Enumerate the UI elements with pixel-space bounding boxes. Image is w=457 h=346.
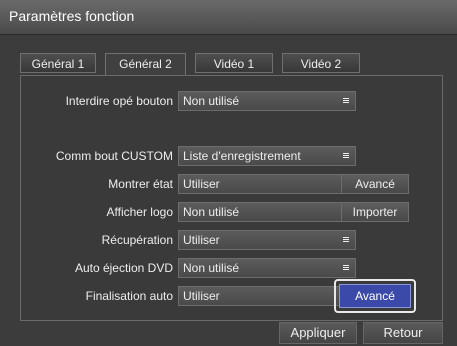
- setting-row-label-wrap: Interdire opé bouton: [31, 91, 173, 111]
- button-lock-dropdown[interactable]: Non utilisé: [178, 91, 356, 111]
- setting-label-show-logo: Afficher logo: [106, 205, 174, 219]
- tab-video-2[interactable]: Vidéo 2: [282, 53, 360, 73]
- auto-finalize-value: Utiliser: [183, 289, 220, 303]
- tab-general-2[interactable]: Général 2: [105, 53, 186, 75]
- setting-label-auto-finalize: Finalisation auto: [85, 289, 173, 303]
- show-status-advanced-button[interactable]: Avancé: [341, 174, 409, 194]
- show-logo-value: Non utilisé: [183, 205, 240, 219]
- back-button[interactable]: Retour: [363, 322, 443, 344]
- setting-row-label-wrap: Récupération: [31, 230, 173, 250]
- setting-label-custom-button: Comm bout CUSTOM: [55, 149, 173, 163]
- list-menu-icon: [343, 153, 349, 160]
- show-status-dropdown[interactable]: Utiliser: [178, 174, 356, 194]
- title-bar: Paramètres fonction: [0, 0, 457, 35]
- auto-finalize-dropdown[interactable]: Utiliser: [178, 286, 356, 306]
- custom-button-dropdown[interactable]: Liste d'enregistrement: [178, 146, 356, 166]
- list-menu-icon: [343, 237, 349, 244]
- list-menu-icon: [343, 98, 349, 105]
- custom-button-value: Liste d'enregistrement: [183, 149, 301, 163]
- button-lock-value: Non utilisé: [183, 94, 240, 108]
- setting-label-button-lock: Interdire opé bouton: [65, 94, 173, 108]
- setting-row-label-wrap: Comm bout CUSTOM: [31, 146, 173, 166]
- auto-eject-value: Non utilisé: [183, 261, 240, 275]
- settings-panel: Interdire opé bouton Non utilisé Comm bo…: [20, 75, 443, 321]
- show-logo-dropdown[interactable]: Non utilisé: [178, 202, 356, 222]
- setting-label-recovery: Récupération: [101, 233, 173, 247]
- setting-row-label-wrap: Finalisation auto: [31, 286, 173, 306]
- import-logo-button[interactable]: Importer: [341, 202, 409, 222]
- auto-finalize-advanced-button[interactable]: Avancé: [339, 284, 411, 308]
- auto-eject-dropdown[interactable]: Non utilisé: [178, 258, 356, 278]
- tab-video-1[interactable]: Vidéo 1: [195, 53, 273, 73]
- window-title: Paramètres fonction: [9, 8, 135, 24]
- setting-label-auto-eject: Auto éjection DVD: [74, 261, 173, 275]
- list-menu-icon: [343, 265, 349, 272]
- setting-row-label-wrap: Auto éjection DVD: [31, 258, 173, 278]
- tab-general-1[interactable]: Général 1: [20, 53, 96, 73]
- function-settings-window: Paramètres fonction Général 1 Général 2 …: [0, 0, 457, 346]
- recovery-dropdown[interactable]: Utiliser: [178, 230, 356, 250]
- setting-label-show-status: Montrer état: [108, 177, 173, 191]
- apply-button[interactable]: Appliquer: [279, 322, 357, 344]
- setting-row-label-wrap: Afficher logo: [31, 202, 174, 222]
- recovery-value: Utiliser: [183, 233, 220, 247]
- show-status-value: Utiliser: [183, 177, 220, 191]
- setting-row-label-wrap: Montrer état: [31, 174, 173, 194]
